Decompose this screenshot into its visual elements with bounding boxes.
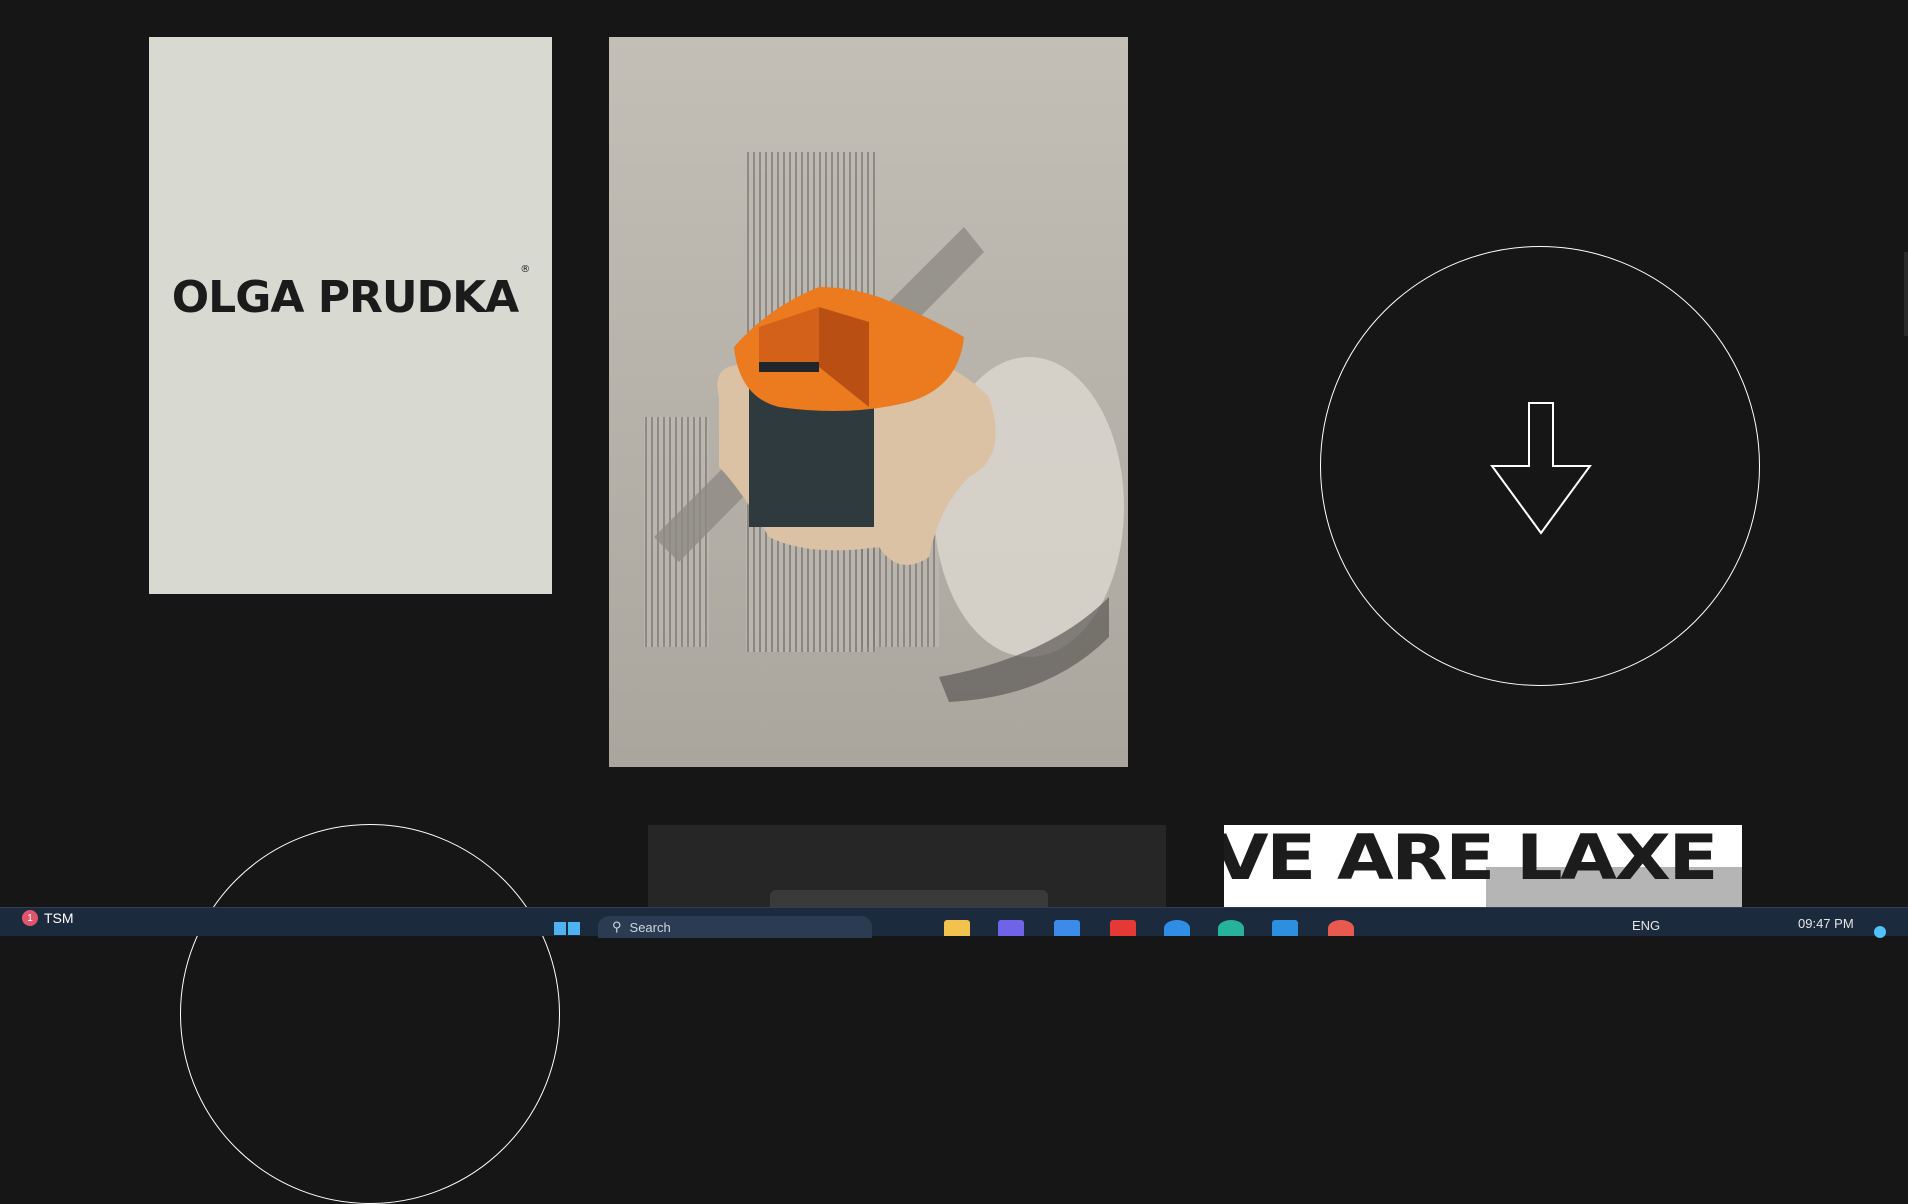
scroll-down-button[interactable] [1320,246,1760,686]
account-label: TSM [44,910,74,926]
notification-badge: 1 [22,910,38,926]
copilot-icon[interactable] [998,920,1024,936]
store-icon[interactable] [1054,920,1080,936]
notification-dot-icon [1874,926,1886,938]
browser-icon[interactable] [1164,920,1190,936]
windows-icon [554,922,580,935]
vscode-icon[interactable] [1272,920,1298,936]
laxe-card-title: VE ARE LAXE [1224,825,1718,894]
logo-card[interactable]: OLGA PRUDKA® [149,37,552,594]
chrome-icon[interactable] [1328,920,1354,936]
search-icon: ⚲ [612,919,622,934]
start-button[interactable] [553,921,581,935]
scrollbar-thumb[interactable] [1904,252,1908,336]
abstract-sculpture-art-icon [609,37,1128,767]
registered-mark: ® [520,264,530,275]
search-placeholder: Search [629,919,671,935]
app-red-icon[interactable] [1110,920,1136,936]
edge-icon[interactable] [1218,920,1244,936]
taskbar-account[interactable]: 1 TSM [22,910,74,926]
logo-text: OLGA PRUDKA® [171,264,530,323]
language-indicator[interactable]: ENG [1632,918,1660,933]
clock[interactable]: 09:47 PM [1798,916,1854,931]
file-explorer-icon[interactable] [944,920,970,936]
art-card[interactable] [609,37,1128,767]
circle-outline [180,824,560,1204]
arrow-down-icon [1490,402,1592,535]
